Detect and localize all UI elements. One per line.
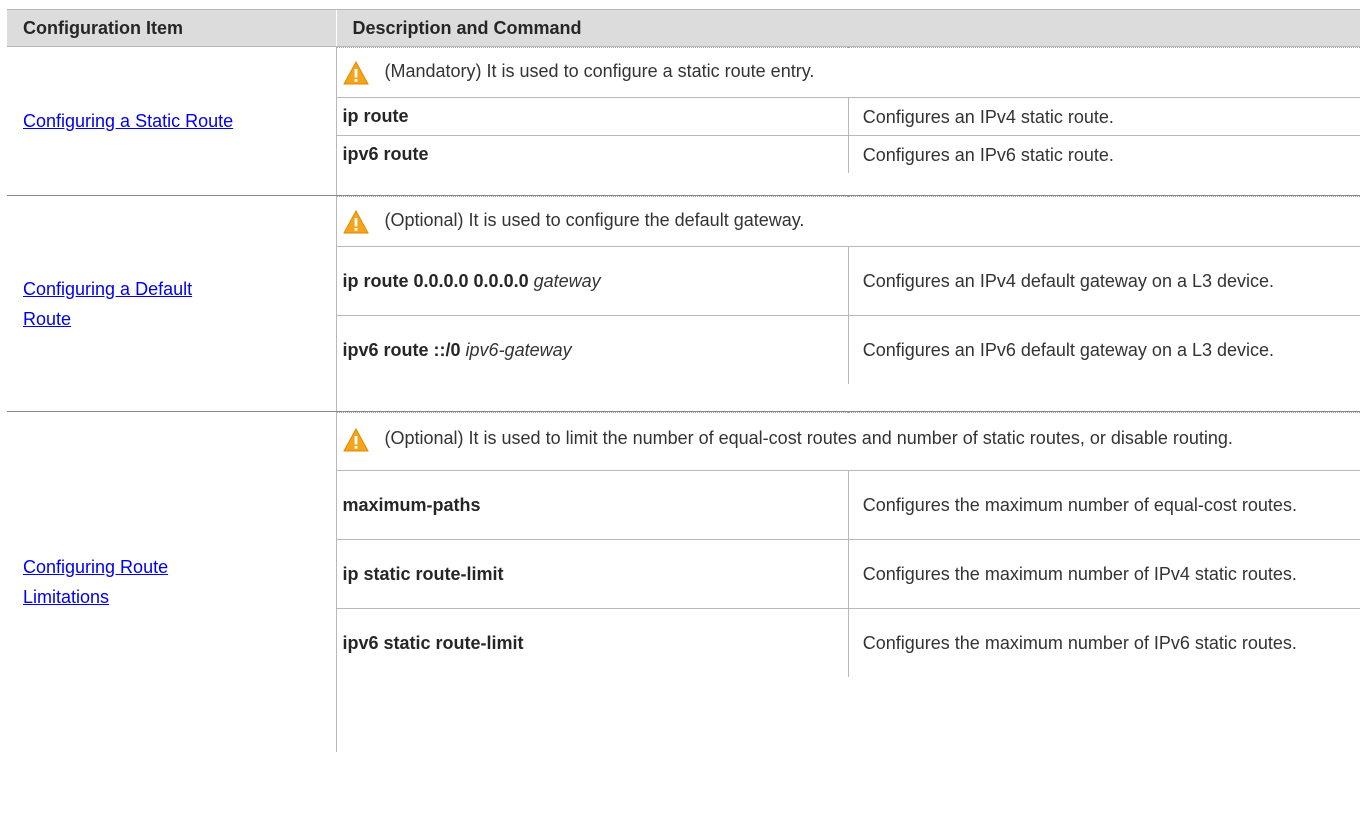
command-row: maximum-paths Configures the maximum num…	[336, 470, 1360, 540]
header-description-command: Description and Command	[335, 9, 1360, 47]
command-description: Configures the maximum number of equal-c…	[848, 470, 1360, 540]
note-text: (Optional) It is used to configure the d…	[384, 210, 805, 230]
note-row: (Mandatory) It is used to configure a st…	[336, 47, 1360, 98]
link-configuring-static-route[interactable]: Configuring a Static Route	[23, 111, 233, 131]
command-description: Configures an IPv6 default gateway on a …	[848, 315, 1360, 384]
command-table: (Mandatory) It is used to configure a st…	[336, 47, 1360, 173]
command-text: ip route 0.0.0.0 0.0.0.0	[342, 270, 529, 291]
warning-icon	[342, 428, 369, 452]
link-line: Route	[23, 308, 72, 329]
command-table: (Optional) It is used to configure the d…	[336, 196, 1360, 384]
link-configuring-default-route[interactable]: Configuring a Default Route	[23, 279, 192, 329]
command-text: ipv6 route ::/0	[342, 339, 461, 360]
command-text: ipv6 route	[342, 144, 429, 164]
item-cell: Configuring Route Limitations	[7, 411, 337, 752]
command-row: ipv6 route ::/0 ipv6-gateway Configures …	[336, 315, 1360, 384]
command-cell: ip route 0.0.0.0 0.0.0.0 gateway	[336, 246, 849, 316]
link-line: Configuring Route	[23, 557, 169, 577]
table-row: Configuring Route Limitations (Optional)…	[7, 411, 1360, 753]
note-row: (Optional) It is used to configure the d…	[336, 196, 1360, 247]
header-configuration-item: Configuration Item	[7, 9, 336, 47]
table-row: Configuring a Static Route (Mandatory) I…	[7, 46, 1360, 196]
command-row: ip static route-limit Configures the max…	[336, 539, 1360, 609]
command-text: ip route	[342, 106, 409, 126]
command-argument: gateway	[533, 270, 601, 291]
command-cell: ip static route-limit	[336, 539, 849, 609]
command-row: ipv6 static route-limit Configures the m…	[336, 608, 1360, 677]
command-argument: ipv6-gateway	[465, 339, 572, 360]
link-configuring-route-limitations[interactable]: Configuring Route Limitations	[23, 557, 168, 607]
command-description: Configures an IPv4 static route.	[848, 97, 1360, 136]
note-text: (Mandatory) It is used to configure a st…	[384, 61, 815, 81]
description-cell: (Optional) It is used to configure the d…	[336, 195, 1360, 412]
warning-icon	[342, 61, 369, 85]
command-text: maximum-paths	[342, 494, 481, 515]
description-cell: (Mandatory) It is used to configure a st…	[336, 46, 1360, 196]
command-cell: maximum-paths	[336, 470, 849, 540]
link-line: Configuring a Default	[23, 278, 193, 299]
link-line: Limitations	[23, 587, 110, 607]
warning-icon	[342, 210, 369, 234]
command-text: ipv6 static route-limit	[342, 632, 524, 653]
command-cell: ipv6 route ::/0 ipv6-gateway	[336, 315, 849, 384]
item-cell: Configuring a Default Route	[7, 195, 337, 412]
table-row: Configuring a Default Route (Optional) I…	[7, 195, 1360, 412]
command-description: Configures the maximum number of IPv6 st…	[848, 608, 1360, 677]
command-cell: ipv6 static route-limit	[336, 608, 849, 677]
command-cell: ip route	[336, 97, 849, 136]
command-text: ip static route-limit	[342, 563, 504, 584]
command-description: Configures the maximum number of IPv4 st…	[848, 539, 1360, 609]
command-row: ipv6 route Configures an IPv6 static rou…	[336, 135, 1360, 173]
command-description: Configures an IPv6 static route.	[848, 135, 1360, 173]
note-text: (Optional) It is used to limit the numbe…	[384, 428, 1233, 448]
command-description: Configures an IPv4 default gateway on a …	[848, 246, 1360, 316]
command-row: ip route Configures an IPv4 static route…	[336, 97, 1360, 136]
configuration-table: Configuration Item Description and Comma…	[7, 9, 1360, 752]
note-row: (Optional) It is used to limit the numbe…	[336, 412, 1360, 471]
command-cell: ipv6 route	[336, 135, 849, 173]
command-table: (Optional) It is used to limit the numbe…	[336, 412, 1360, 677]
item-cell: Configuring a Static Route	[7, 46, 337, 196]
description-cell: (Optional) It is used to limit the numbe…	[336, 412, 1360, 753]
table-header: Configuration Item Description and Comma…	[7, 9, 1360, 47]
command-row: ip route 0.0.0.0 0.0.0.0 gateway Configu…	[336, 246, 1360, 316]
